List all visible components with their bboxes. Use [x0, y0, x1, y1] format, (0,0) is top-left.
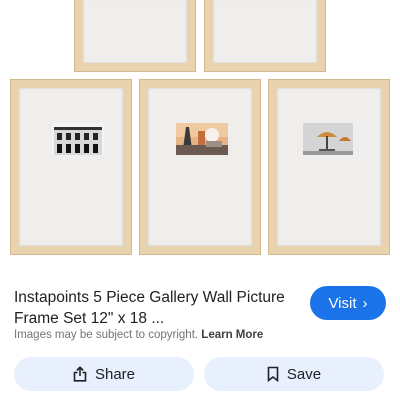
product-title[interactable]: Instapoints 5 Piece Gallery Wall Picture… [14, 287, 304, 329]
picture-frame [204, 0, 326, 72]
copyright-text: Images may be subject to copyright. [14, 329, 199, 341]
building-photo [52, 123, 104, 155]
save-label: Save [286, 365, 322, 383]
chevron-right-icon: › [362, 294, 368, 312]
lamp-photo [303, 123, 353, 155]
bookmark-icon [267, 366, 279, 382]
share-label: Share [94, 365, 136, 383]
save-button[interactable]: Save [204, 357, 384, 391]
share-button[interactable]: Share [14, 357, 194, 391]
picture-frame [268, 79, 390, 255]
picture-frame [10, 79, 132, 255]
share-icon [73, 366, 87, 382]
copyright-notice: Images may be subject to copyright. Lear… [14, 329, 263, 341]
picture-frame [139, 79, 261, 255]
paris-photo [176, 123, 228, 155]
visit-label: Visit [328, 294, 357, 312]
visit-button[interactable]: Visit › [310, 286, 386, 320]
learn-more-link[interactable]: Learn More [201, 329, 263, 341]
product-image[interactable] [0, 0, 400, 262]
picture-frame [74, 0, 196, 72]
